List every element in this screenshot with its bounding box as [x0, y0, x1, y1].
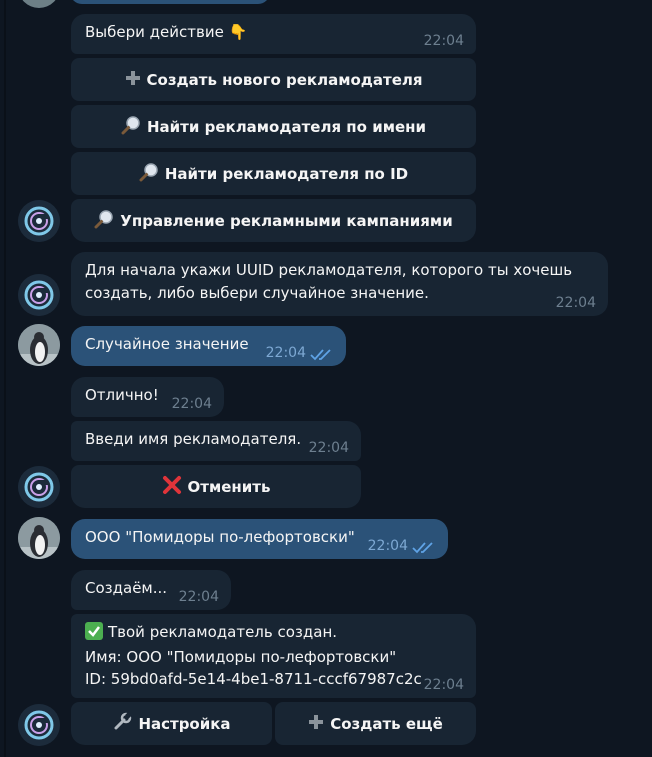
message-text: Создаём... [85, 579, 168, 597]
button-label: Создать нового рекламодателя [146, 70, 423, 89]
message-time: 22:04 [423, 677, 464, 693]
bot-avatar[interactable] [18, 200, 60, 242]
message-text-line: Твой рекламодатель создан. [85, 621, 462, 646]
magnifier-icon [94, 209, 114, 233]
message-text: ООО "Помидоры по-лефортовски" [85, 528, 355, 546]
message-time: 22:04 [367, 538, 408, 554]
plus-icon [308, 714, 324, 734]
message-text: Отлично! [85, 386, 159, 404]
magnifier-icon [121, 115, 141, 139]
create-more-button[interactable]: Создать ещё [275, 702, 476, 745]
message-text-line: ID: 59bd0afd-5e14-4be1-8711-cccf67987c2c [85, 670, 422, 688]
check-mark-icon [85, 622, 103, 646]
previous-message-bubble [70, 0, 270, 4]
message-created: Твой рекламодатель создан. Имя: ООО "Пом… [71, 614, 476, 698]
message-time: 22:04 [423, 33, 464, 49]
message-time: 22:04 [178, 589, 219, 605]
message-time: 22:04 [308, 440, 349, 456]
message-time: 22:04 [171, 396, 212, 412]
chat-history[interactable]: Выбери действие 👇 22:04 Создать нового р… [0, 0, 652, 757]
message-text: Твой рекламодатель создан. [108, 623, 338, 641]
message-time: 22:04 [555, 295, 596, 311]
message-enter-name: Введи имя рекламодателя. 22:04 [71, 421, 361, 461]
button-label: Настройка [138, 714, 231, 733]
message-time: 22:04 [265, 345, 306, 361]
button-label: Создать ещё [330, 714, 443, 733]
message-uuid-prompt: Для начала укажи UUID рекламодателя, кот… [71, 252, 608, 316]
message-text: Случайное значение [85, 335, 249, 353]
panel-divider [4, 0, 6, 757]
find-by-name-button[interactable]: Найти рекламодателя по имени [71, 105, 476, 148]
button-label: Управление рекламными кампаниями [120, 211, 453, 230]
button-label: Отменить [187, 477, 271, 496]
button-label: Найти рекламодателя по ID [164, 164, 409, 183]
create-advertiser-button[interactable]: Создать нового рекламодателя [71, 58, 476, 101]
message-random-value: Случайное значение 22:04 [71, 326, 346, 366]
bot-avatar[interactable] [18, 704, 60, 746]
magnifier-icon [139, 162, 159, 186]
settings-button[interactable]: Настройка [71, 702, 272, 745]
find-by-id-button[interactable]: Найти рекламодателя по ID [71, 152, 476, 195]
message-text: Введи имя рекламодателя. [85, 430, 302, 448]
message-text-line: Имя: ООО "Помидоры по-лефортовски" [85, 648, 397, 666]
bot-avatar[interactable] [18, 466, 60, 508]
button-label: Найти рекламодателя по имени [146, 117, 427, 136]
double-check-icon [310, 349, 331, 361]
cross-mark-icon [162, 475, 182, 499]
plus-icon [125, 70, 141, 90]
message-creating: Создаём... 22:04 [71, 570, 231, 610]
message-text: Выбери действие 👇 [85, 23, 248, 41]
message-great: Отлично! 22:04 [71, 377, 224, 417]
wrench-icon [112, 711, 132, 736]
cancel-button[interactable]: Отменить [71, 465, 361, 508]
user-avatar[interactable] [18, 324, 60, 366]
message-text-line: создать, либо выбери случайное значение. [85, 284, 429, 302]
message-company-name: ООО "Помидоры по-лефортовски" 22:04 [71, 519, 448, 559]
message-choose-action: Выбери действие 👇 22:04 [71, 14, 476, 54]
double-check-icon [412, 542, 433, 554]
message-text-line: Для начала укажи UUID рекламодателя, кот… [85, 261, 573, 279]
user-avatar[interactable] [18, 0, 60, 8]
manage-campaigns-button[interactable]: Управление рекламными кампаниями [71, 199, 476, 242]
user-avatar[interactable] [18, 517, 60, 559]
bot-avatar[interactable] [18, 274, 60, 316]
